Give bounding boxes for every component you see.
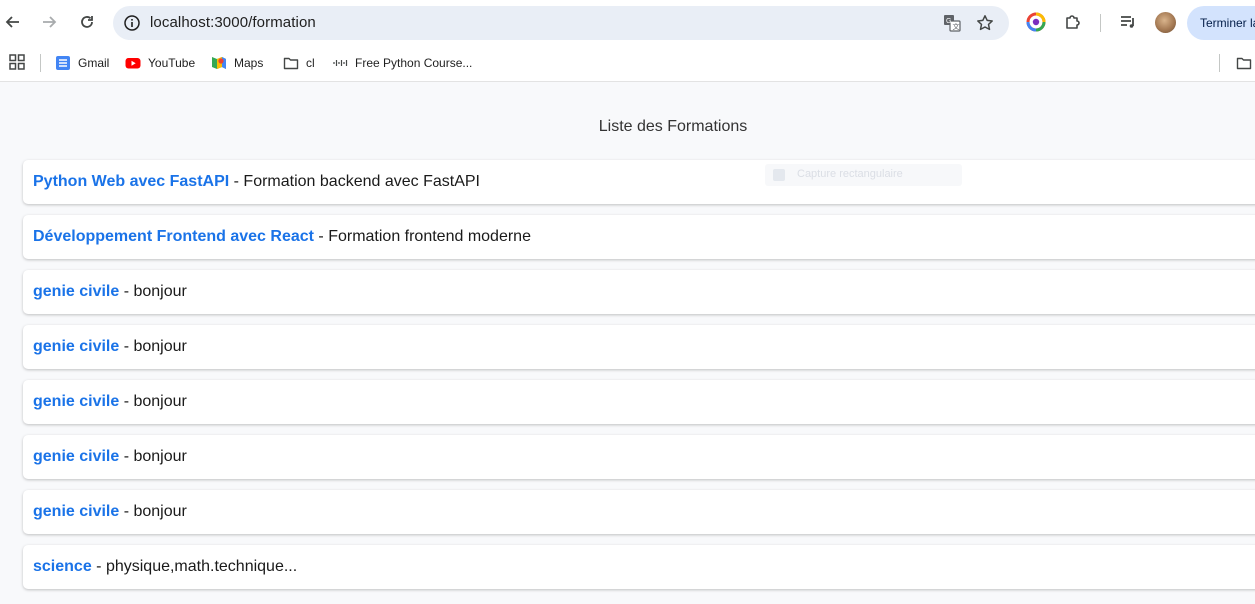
bookmark-gmail[interactable]: Gmail [55, 53, 109, 73]
bookmark-free-python[interactable]: Free Python Course... [332, 53, 472, 73]
formation-item: genie civile - bonjour [23, 490, 1255, 534]
capture-overlay-label: Capture rectangulaire [797, 168, 903, 180]
formation-description: bonjour [133, 393, 187, 410]
separator: - [119, 448, 134, 465]
formation-name-link[interactable]: Développement Frontend avec React [33, 228, 314, 245]
bookmarks-divider-right [1219, 54, 1220, 72]
separator: - [119, 393, 134, 410]
bookmark-youtube[interactable]: YouTube [125, 53, 195, 73]
arrow-left-icon [5, 16, 19, 28]
arrow-right-icon [43, 16, 57, 28]
separator: - [313, 228, 329, 245]
separator: - [119, 503, 134, 520]
extension-color-button[interactable] [1025, 11, 1047, 33]
formation-item: genie civile - bonjour [23, 325, 1255, 369]
formation-description: bonjour [133, 338, 187, 355]
reload-button[interactable] [75, 10, 99, 34]
formation-description: physique,math.technique... [105, 558, 298, 575]
formation-description: Formation frontend moderne [328, 228, 531, 245]
formation-name-link[interactable]: genie civile [33, 503, 119, 520]
apps-grid-icon[interactable] [9, 54, 25, 70]
formation-item: genie civile - bonjour [23, 380, 1255, 424]
separator: - [229, 173, 244, 190]
profile-action-label: Terminer la [1200, 16, 1255, 30]
translate-icon: G文 [944, 15, 961, 32]
formation-name-link[interactable]: genie civile [33, 393, 119, 410]
formation-name-link[interactable]: genie civile [33, 283, 119, 300]
puzzle-icon [1066, 15, 1080, 29]
formation-description: bonjour [133, 283, 187, 300]
bookmark-folder-cl[interactable]: cl [283, 53, 315, 73]
capture-icon [773, 169, 785, 181]
svg-text:文: 文 [953, 22, 960, 31]
formation-description: Formation backend avec FastAPI [243, 173, 480, 190]
bookmark-maps[interactable]: Maps [211, 53, 263, 73]
folder-icon [283, 55, 299, 71]
reload-icon [81, 16, 93, 28]
folder-icon [1236, 55, 1252, 71]
formation-item: genie civile - bonjour [23, 435, 1255, 479]
bookmark-label: Gmail [78, 56, 110, 70]
translate-button[interactable]: G文 [942, 13, 962, 33]
svg-text:G: G [946, 18, 951, 25]
bookmark-star-button[interactable] [975, 13, 995, 33]
bookmark-label: cl [306, 56, 315, 70]
formation-item: science - physique,math.technique... [23, 545, 1255, 589]
separator: - [91, 558, 106, 575]
address-bar[interactable]: localhost:3000/formation G文 [113, 6, 1009, 40]
bookmark-other-folder[interactable] [1236, 53, 1255, 73]
cisco-icon [332, 55, 348, 71]
extensions-button[interactable] [1062, 11, 1084, 33]
separator: - [119, 283, 134, 300]
media-control-button[interactable] [1117, 11, 1139, 33]
browser-toolbar: localhost:3000/formation G文 Terminer la [0, 0, 1255, 45]
youtube-icon [125, 55, 141, 71]
formation-name-link[interactable]: genie civile [33, 338, 119, 355]
formation-item: Python Web avec FastAPI - Formation back… [23, 160, 1255, 204]
profile-avatar[interactable] [1155, 12, 1176, 33]
separator: - [119, 338, 134, 355]
color-wheel-icon [1026, 12, 1046, 32]
formation-name-link[interactable]: science [33, 558, 92, 575]
gmail-icon [55, 55, 71, 71]
toolbar-divider [1100, 14, 1101, 32]
forward-button[interactable] [37, 10, 61, 34]
formation-description: bonjour [133, 448, 187, 465]
back-button[interactable] [1, 10, 25, 34]
profile-action-button[interactable]: Terminer la [1187, 6, 1255, 40]
site-info-icon[interactable] [123, 14, 141, 32]
formation-name-link[interactable]: Python Web avec FastAPI [33, 173, 229, 190]
bookmarks-bar: Gmail YouTube Maps cl Free Python Course… [0, 45, 1255, 82]
page-title: Liste des Formations [598, 118, 748, 135]
formation-item: genie civile - bonjour [23, 270, 1255, 314]
formation-item: Développement Frontend avec React - Form… [23, 215, 1255, 259]
bookmark-label: Free Python Course... [355, 56, 473, 70]
formation-description: bonjour [133, 503, 187, 520]
queue-music-icon [1121, 16, 1134, 28]
bookmark-label: YouTube [148, 56, 196, 70]
url-text[interactable]: localhost:3000/formation [150, 14, 316, 31]
formation-name-link[interactable]: genie civile [33, 448, 119, 465]
capture-overlay: Capture rectangulaire [765, 164, 962, 186]
star-icon [977, 15, 993, 31]
maps-icon [211, 55, 227, 71]
bookmarks-divider [40, 54, 41, 72]
bookmark-label: Maps [234, 56, 264, 70]
